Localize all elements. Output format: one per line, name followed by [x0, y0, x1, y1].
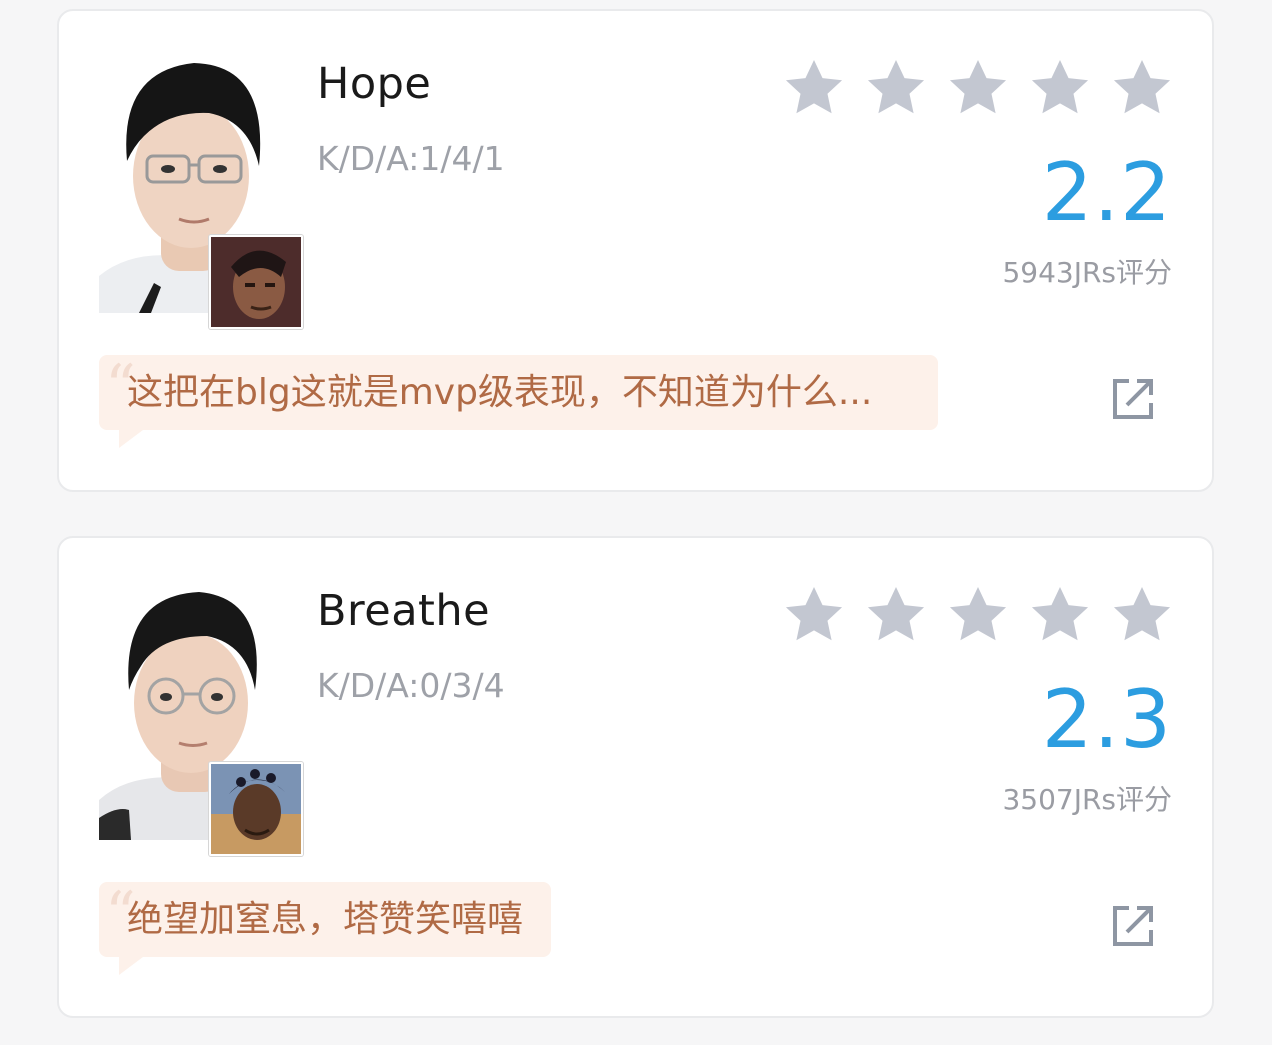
star-icon[interactable]	[945, 55, 1011, 121]
star-icon[interactable]	[1109, 582, 1175, 648]
player-name: Breathe	[317, 586, 491, 636]
star-icon[interactable]	[1027, 55, 1093, 121]
player-kda: K/D/A:0/3/4	[317, 666, 505, 705]
player-rating-card[interactable]: Hope K/D/A:1/4/1 2.2 5943JRs评分 “ 这把在blg这…	[57, 9, 1214, 492]
rating-count: 5943JRs评分	[1002, 256, 1172, 289]
average-score: 2.2	[1041, 146, 1172, 239]
champion-portrait-icon	[209, 235, 303, 329]
speech-bubble-tail	[119, 430, 143, 448]
comment-text: 绝望加窒息，塔赞笑嘻嘻	[127, 899, 524, 940]
star-icon[interactable]	[781, 55, 847, 121]
average-score: 2.3	[1041, 673, 1172, 766]
star-rating[interactable]	[781, 582, 1175, 648]
star-icon[interactable]	[863, 55, 929, 121]
star-rating[interactable]	[781, 55, 1175, 121]
rating-count: 3507JRs评分	[1002, 783, 1172, 816]
star-icon[interactable]	[863, 582, 929, 648]
speech-bubble-tail	[119, 957, 143, 975]
player-kda: K/D/A:1/4/1	[317, 139, 505, 178]
star-icon[interactable]	[781, 582, 847, 648]
share-external-icon[interactable]	[1111, 904, 1155, 948]
player-name: Hope	[317, 59, 432, 109]
player-rating-card[interactable]: Breathe K/D/A:0/3/4 2.3 3507JRs评分 “ 绝望加窒…	[57, 536, 1214, 1018]
top-comment[interactable]: “ 这把在blg这就是mvp级表现，不知道为什么...	[99, 355, 939, 448]
star-icon[interactable]	[1109, 55, 1175, 121]
top-comment[interactable]: “ 绝望加窒息，塔赞笑嘻嘻	[99, 882, 552, 975]
star-icon[interactable]	[1027, 582, 1093, 648]
share-external-icon[interactable]	[1111, 377, 1155, 421]
comment-text: 这把在blg这就是mvp级表现，不知道为什么...	[127, 372, 873, 413]
champion-portrait-icon	[209, 762, 303, 856]
star-icon[interactable]	[945, 582, 1011, 648]
